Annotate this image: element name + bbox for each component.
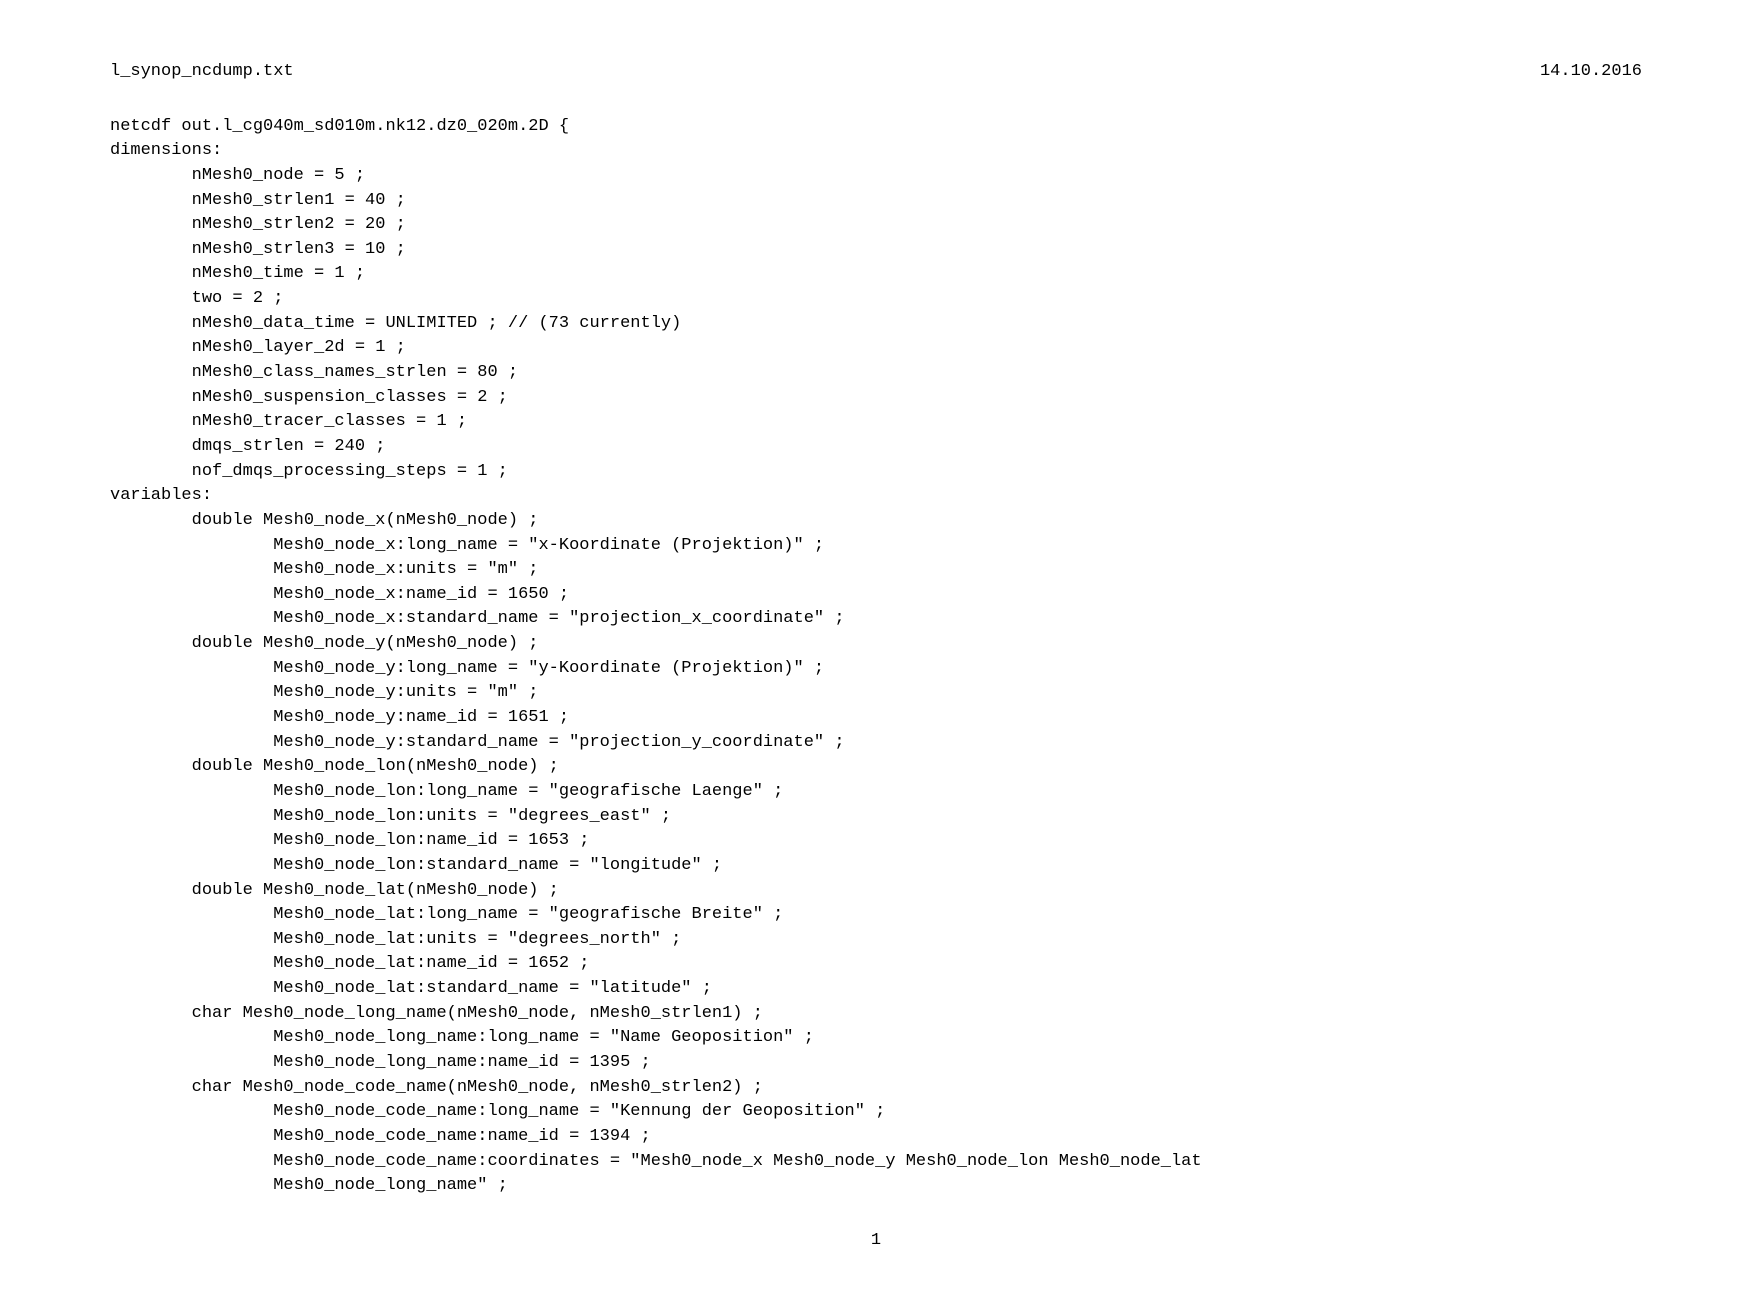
page-number: 1 (871, 1231, 881, 1250)
filename-label: l_synop_ncdump.txt (110, 60, 294, 85)
document-header: l_synop_ncdump.txt 14.10.2016 (110, 60, 1642, 85)
document-content: netcdf out.l_cg040m_sd010m.nk12.dz0_020m… (110, 115, 1642, 1199)
date-label: 14.10.2016 (1540, 60, 1642, 85)
document-footer: 1 (110, 1229, 1642, 1254)
